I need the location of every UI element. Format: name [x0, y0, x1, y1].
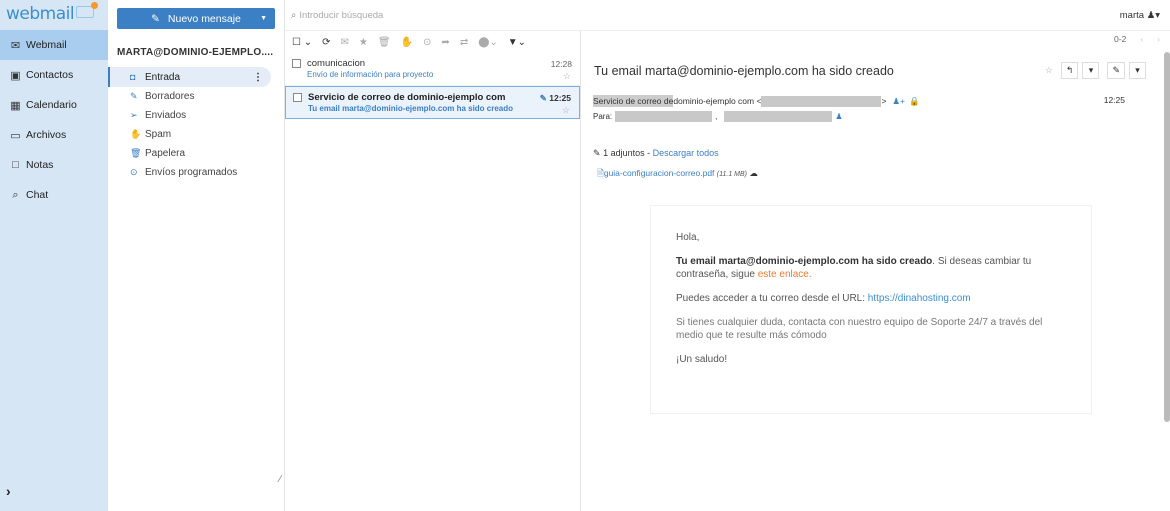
calendar-icon: ▦ — [10, 99, 21, 112]
email-body: Hola, Tu email marta@dominio-ejemplo.com… — [651, 206, 1091, 413]
compose-button[interactable]: ✎ Nuevo mensaje ▼ — [117, 8, 275, 29]
envelope-logo-icon — [76, 2, 99, 18]
redacted-recipient — [615, 111, 713, 122]
paperclip-icon: ✎ — [593, 148, 601, 158]
star-icon[interactable]: ☆ — [562, 105, 570, 116]
folder-enviados[interactable]: ➢ Enviados — [108, 106, 285, 125]
add-contact-icon[interactable]: ♟+ — [892, 96, 905, 107]
contacts-icon: ▣ — [10, 69, 21, 82]
row-checkbox[interactable] — [293, 93, 302, 102]
prev-page-icon[interactable]: ‹ — [1140, 34, 1143, 44]
reading-pane: Tu email marta@dominio-ejemplo.com ha si… — [581, 50, 1160, 511]
message-from: comunicacion — [307, 58, 366, 69]
nav-item-webmail[interactable]: ✉ Webmail — [0, 30, 108, 60]
folder-list: ◘ Entrada ⋮ ✎ Borradores ➢ Enviados ✋ Spam 🗑 P… — [108, 67, 285, 182]
next-page-icon[interactable]: › — [1157, 34, 1160, 44]
pdf-icon: 🗎 — [597, 168, 604, 178]
caret-down-icon[interactable]: ▼ — [260, 15, 267, 22]
resize-handle-icon[interactable]: ⁄ — [279, 474, 281, 485]
note-icon: □ — [12, 159, 19, 171]
reply-options-button[interactable]: ▾ — [1082, 62, 1100, 79]
sent-icon: ➢ — [130, 110, 138, 120]
nav-item-contactos[interactable]: ▣ Contactos — [0, 60, 108, 90]
folder-envios-programados[interactable]: ⊙ Envíos programados — [108, 163, 285, 182]
forward-icon[interactable]: ➦ — [441, 37, 449, 48]
user-icon: ♟▾ — [1146, 10, 1160, 21]
star-icon[interactable]: ★ — [359, 37, 368, 48]
attachment-file[interactable]: 🗎guia-configuracion-correo.pdf (11.1 MB)… — [597, 168, 758, 182]
row-checkbox[interactable] — [292, 59, 301, 68]
account-name[interactable]: MARTA@DOMINIO-EJEMPLO.... — [117, 47, 273, 58]
nav-item-archivos[interactable]: ▭ Archivos — [0, 120, 108, 150]
delete-icon[interactable]: 🗑 — [378, 37, 391, 48]
email-subject: Tu email marta@dominio-ejemplo.com ha si… — [594, 64, 894, 78]
more-options-button[interactable]: ▾ — [1129, 62, 1146, 79]
nav-item-calendario[interactable]: ▦ Calendario — [0, 90, 108, 120]
download-all-link[interactable]: Descargar todos — [653, 148, 719, 158]
attachment-icon: ✎ — [539, 93, 550, 103]
main-nav: webmail ✉ Webmail ▣ Contactos ▦ Calendario … — [0, 0, 108, 511]
cloud-download-icon[interactable]: ☁ — [749, 168, 758, 178]
lock-icon: 🔒 — [909, 95, 920, 106]
redacted-address — [761, 95, 882, 107]
redacted-recipient — [724, 111, 833, 122]
webmail-app: webmail ✉ Webmail ▣ Contactos ▦ Calendario … — [0, 0, 1170, 511]
scrollbar[interactable] — [1164, 52, 1170, 422]
clock-icon: ⊙ — [130, 167, 138, 177]
message-time: 12:28 — [550, 59, 572, 69]
message-list: ☐ ⌄ ⟳ ✉ ★ 🗑 ✋ ⊙ ➦ ⇄ ⬤⌄ ▼⌄ comunicacion E… — [285, 31, 581, 511]
chat-icon: ⌕ — [12, 188, 19, 201]
folder-entrada[interactable]: ◘ Entrada ⋮ — [108, 67, 271, 87]
mark-read-icon[interactable]: ✉ — [341, 37, 349, 48]
message-subject: Envío de información para proyecto — [307, 70, 434, 79]
url-link[interactable]: https://dinahosting.com — [868, 293, 971, 304]
folder-panel: ✎ Nuevo mensaje ▼ MARTA@DOMINIO-EJEMPLO.… — [108, 0, 285, 511]
folder-spam[interactable]: ✋ Spam — [108, 125, 285, 144]
reply-button[interactable]: ↰ — [1060, 62, 1079, 79]
user-menu[interactable]: marta ♟▾ — [1120, 10, 1160, 21]
expand-nav-icon[interactable]: › — [6, 483, 11, 499]
email-to: Para: , ♟ — [593, 111, 843, 122]
top-bar: ⌕ Introducir búsqueda marta ♟▾ — [285, 0, 1170, 31]
change-password-link[interactable]: este enlace. — [758, 269, 812, 280]
search-input[interactable]: ⌕ Introducir búsqueda — [291, 10, 383, 21]
add-contact-icon[interactable]: ♟ — [835, 112, 842, 121]
trash-icon: 🗑 — [130, 148, 142, 158]
search-icon: ⌕ — [291, 10, 297, 21]
pagination: 0-2 ‹ › — [1114, 34, 1160, 44]
move-icon[interactable]: ⇄ — [460, 37, 468, 48]
more-options-icon[interactable]: ⋮ — [253, 72, 263, 83]
email-time: 12:25 — [1103, 95, 1125, 105]
tag-icon[interactable]: ⬤⌄ — [478, 37, 498, 48]
message-subject: Tu email marta@dominio-ejemplo.com ha si… — [308, 104, 514, 113]
message-row-selected[interactable]: Servicio de correo de dominio-ejemplo co… — [285, 86, 580, 119]
webmail-logo[interactable]: webmail — [0, 0, 108, 30]
clock-icon[interactable]: ⊙ — [423, 37, 431, 48]
message-row[interactable]: comunicacion Envío de información para p… — [285, 53, 580, 86]
spam-icon[interactable]: ✋ — [401, 37, 413, 48]
message-from: Servicio de correo de dominio-ejemplo co… — [308, 92, 506, 103]
nav-item-chat[interactable]: ⌕ Chat — [0, 180, 108, 210]
refresh-icon[interactable]: ⟳ — [322, 37, 330, 48]
spam-icon: ✋ — [130, 129, 142, 139]
list-toolbar: ☐ ⌄ ⟳ ✉ ★ 🗑 ✋ ⊙ ➦ ⇄ ⬤⌄ ▼⌄ — [285, 31, 580, 53]
pencil-icon: ✎ — [151, 12, 160, 25]
folder-borradores[interactable]: ✎ Borradores — [108, 87, 285, 106]
attachments-summary: ✎ 1 adjuntos - Descargar todos — [593, 148, 719, 158]
message-time: ✎ 12:25 — [539, 93, 571, 103]
folder-papelera[interactable]: 🗑 Papelera — [108, 144, 285, 163]
select-all-checkbox[interactable]: ☐ ⌄ — [292, 37, 312, 48]
email-from: Servicio de correo de dominio-ejemplo co… — [593, 95, 920, 107]
email-actions: ☆ ↰ ▾ ✎ ▾ — [1045, 62, 1146, 79]
folder-icon: ▭ — [10, 129, 21, 142]
drafts-icon: ✎ — [130, 91, 138, 101]
star-icon[interactable]: ☆ — [1045, 65, 1053, 76]
more-actions-button[interactable]: ✎ — [1107, 62, 1125, 79]
star-icon[interactable]: ☆ — [563, 71, 571, 82]
inbox-icon: ◘ — [130, 72, 136, 82]
filter-icon[interactable]: ▼⌄ — [508, 37, 526, 48]
nav-item-notas[interactable]: □ Notas — [0, 150, 108, 180]
envelope-icon: ✉ — [10, 39, 21, 52]
